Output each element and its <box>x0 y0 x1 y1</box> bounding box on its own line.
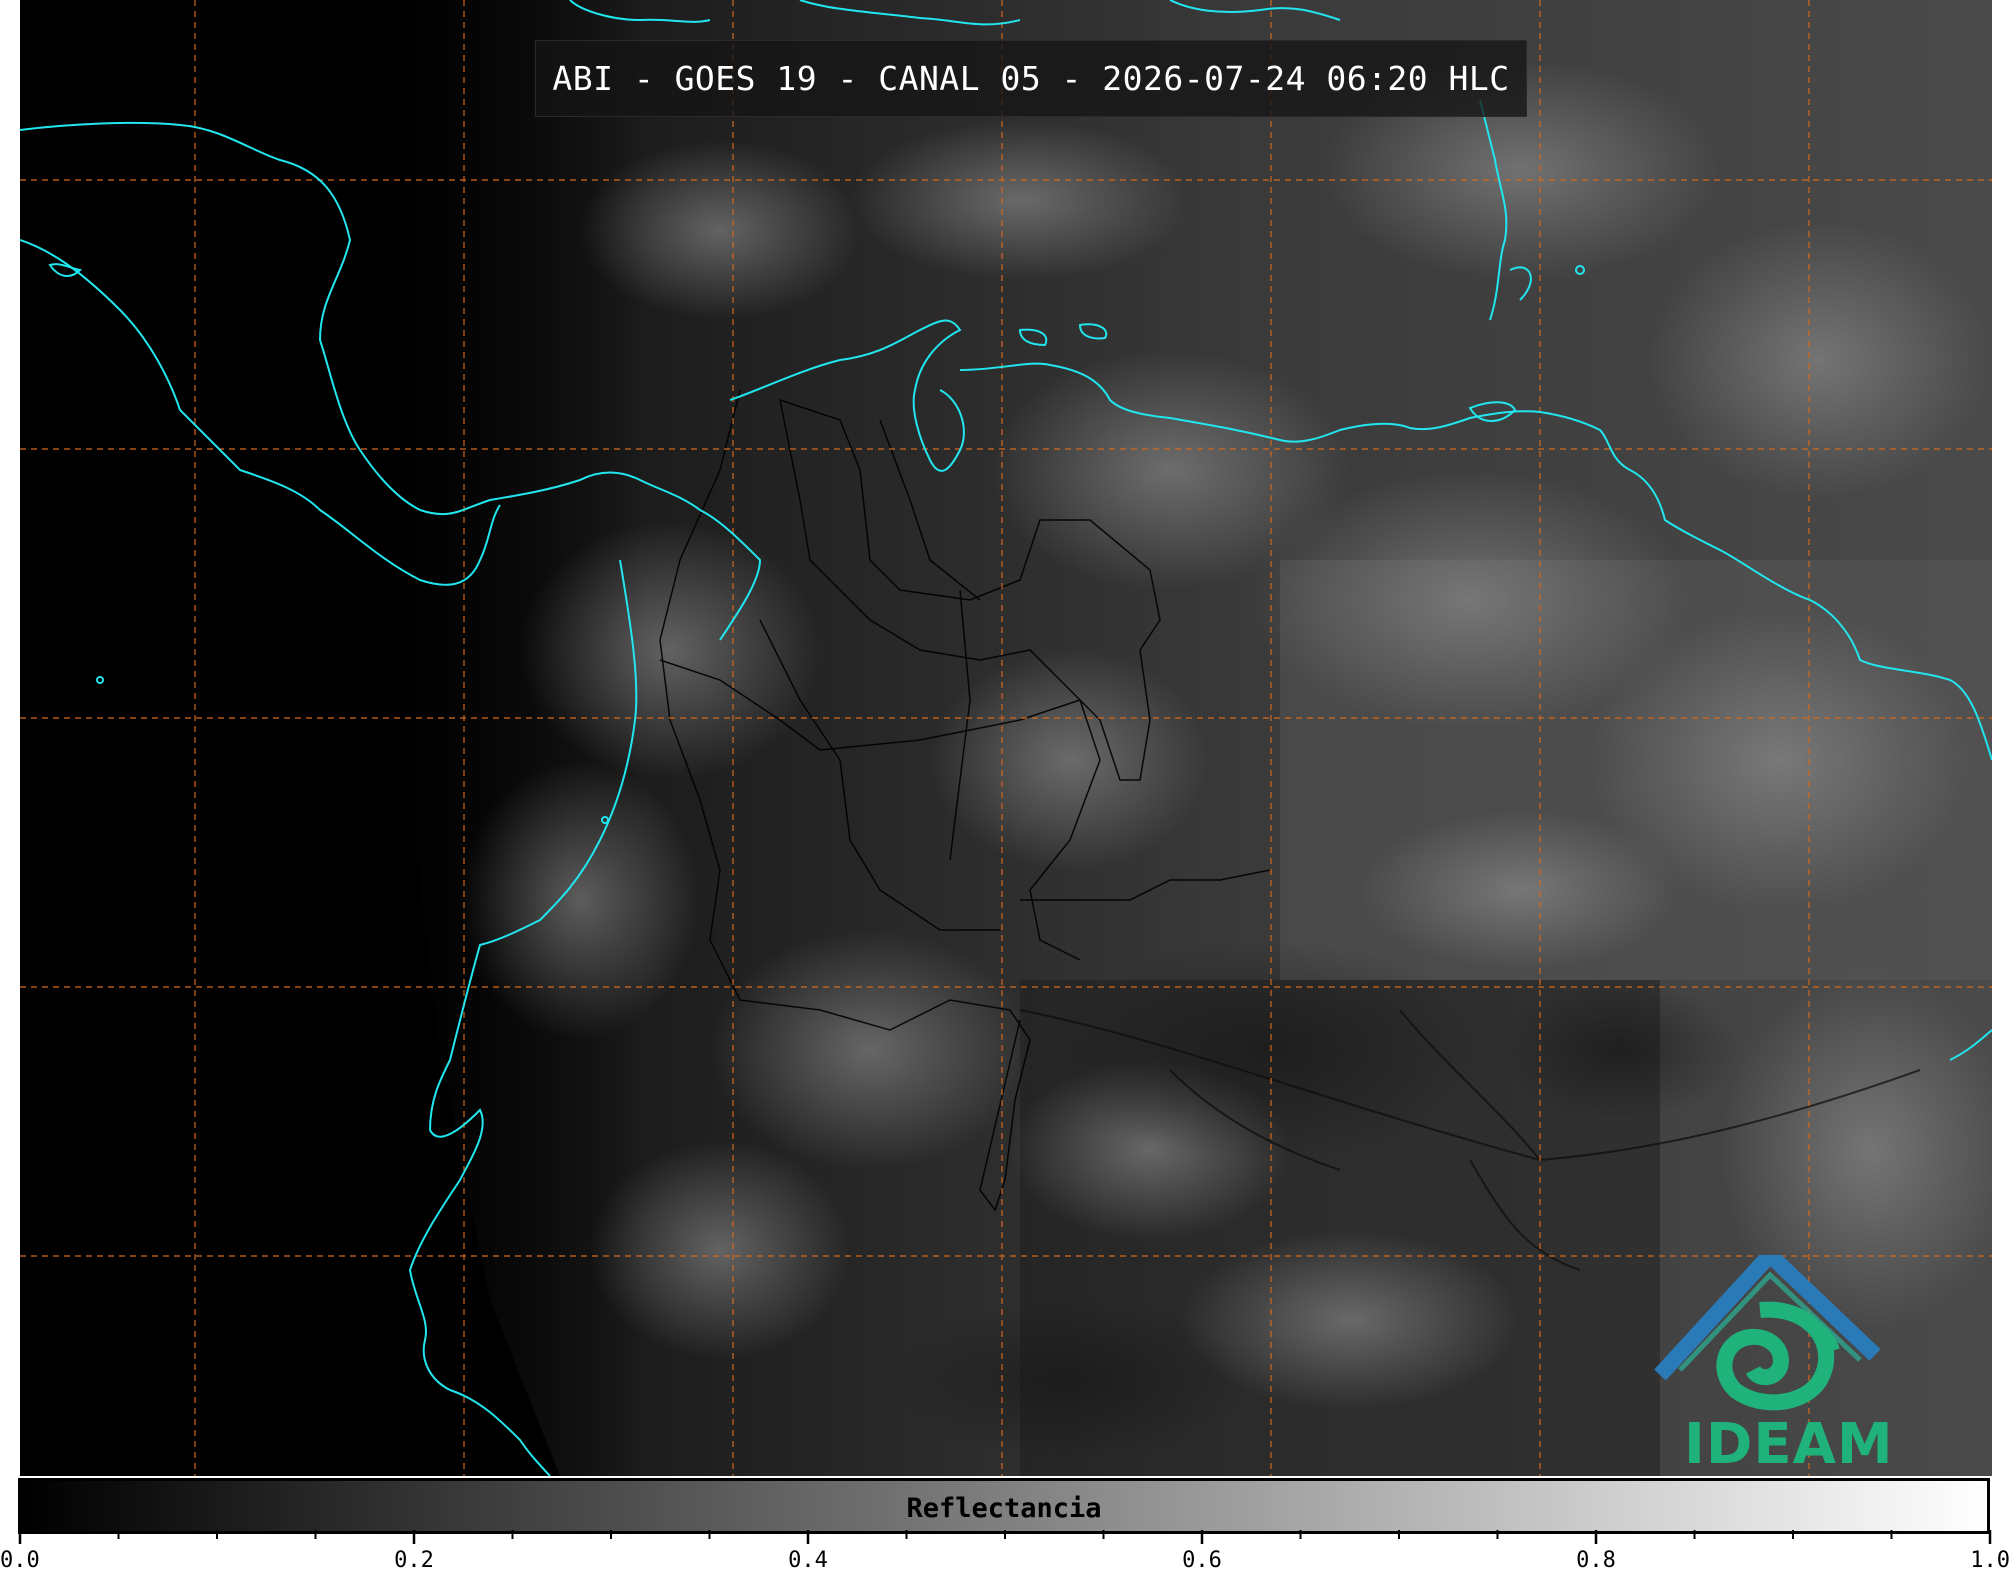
colorbar-tick-label: 0.6 <box>1182 1548 1222 1573</box>
ideam-logo-text: IDEAM <box>1684 1412 1894 1477</box>
colorbar-tick-label: 0.0 <box>0 1548 40 1573</box>
title-box: ABI - GOES 19 - CANAL 05 - 2026-07-24 06… <box>535 40 1527 117</box>
logo-swirl <box>1716 1301 1840 1411</box>
colorbar: Reflectancia <box>18 1478 1990 1534</box>
colorbar-axis: 0.0 0.2 0.4 0.6 0.8 1.0 <box>0 1530 2010 1573</box>
colorbar-tick-label: 1.0 <box>1970 1548 2010 1573</box>
colorbar-tick-label: 0.8 <box>1576 1548 1616 1573</box>
colorbar-tick-label: 0.4 <box>788 1548 828 1573</box>
colorbar-tick-label: 0.2 <box>394 1548 434 1573</box>
map-title: ABI - GOES 19 - CANAL 05 - 2026-07-24 06… <box>552 59 1510 98</box>
colorbar-label: Reflectancia <box>906 1493 1102 1524</box>
